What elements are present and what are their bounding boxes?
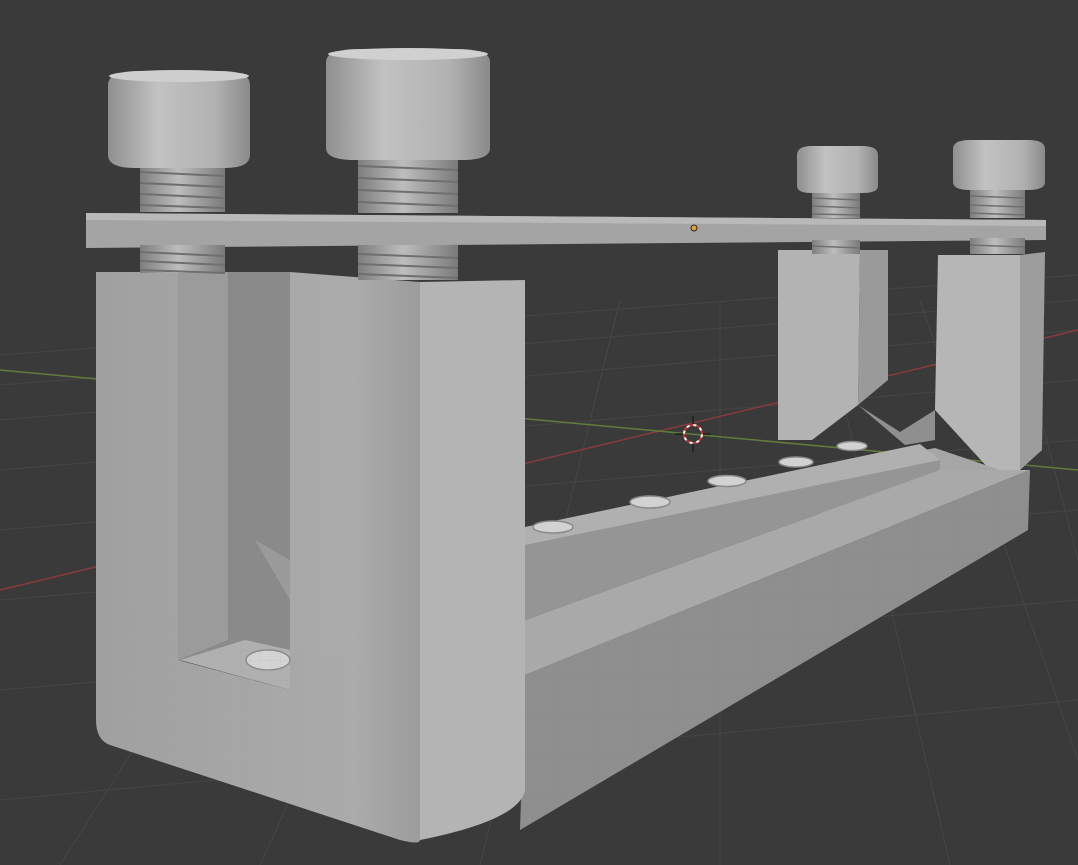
rail-hole bbox=[836, 440, 868, 452]
right-back-uprights bbox=[778, 250, 1045, 470]
front-left-block bbox=[96, 272, 525, 843]
rail-hole bbox=[532, 520, 574, 534]
base-rail bbox=[520, 444, 1030, 830]
top-plate bbox=[86, 213, 1046, 248]
3d-viewport[interactable] bbox=[0, 0, 1078, 865]
rail-hole bbox=[629, 495, 671, 509]
viewport-canvas[interactable] bbox=[0, 0, 1078, 865]
object-origin-dot[interactable] bbox=[690, 224, 698, 232]
rail-hole bbox=[707, 474, 747, 488]
rail-hole bbox=[778, 456, 814, 468]
